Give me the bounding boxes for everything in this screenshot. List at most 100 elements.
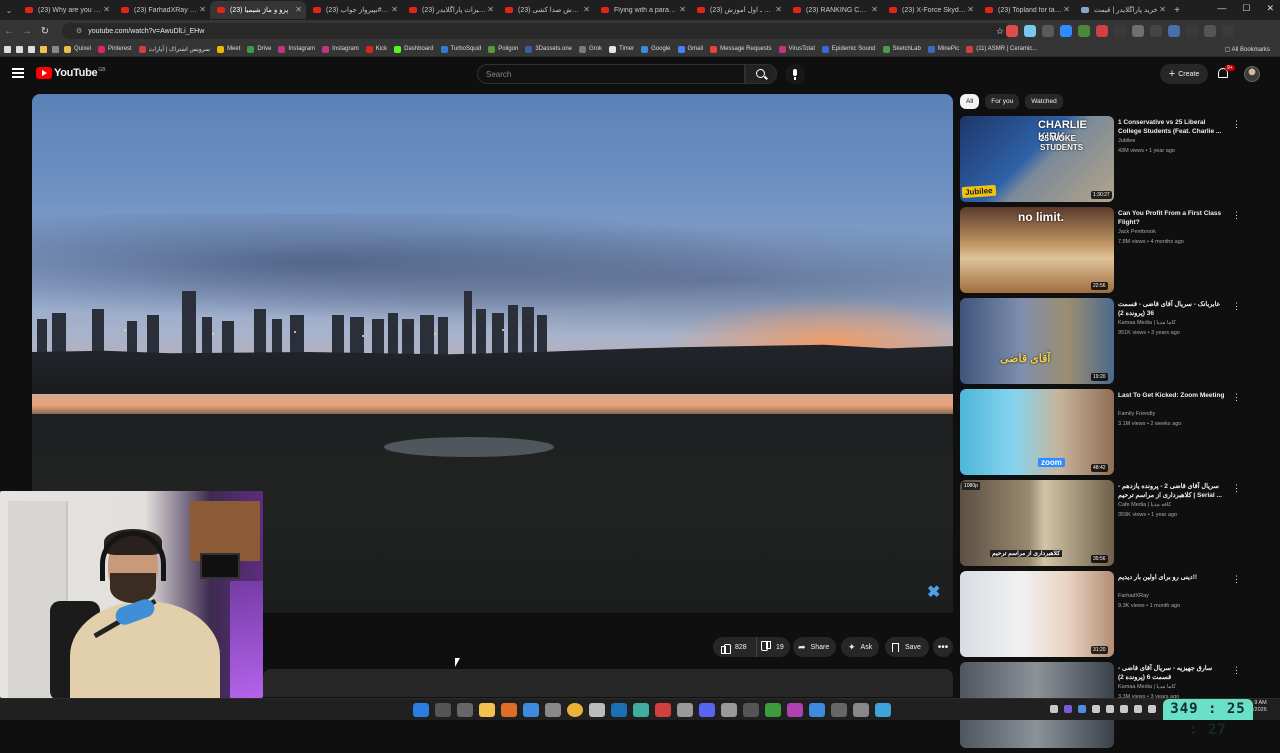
close-tab-icon[interactable]: ✕ xyxy=(775,5,782,14)
browser-tab[interactable]: (23) پرو و ماژ شیمیا ✕ xyxy=(210,1,306,19)
app-icon[interactable] xyxy=(831,703,847,717)
extension-icon[interactable] xyxy=(1006,25,1018,37)
bookmark-item[interactable]: Pinterest xyxy=(98,45,132,53)
app-icon[interactable] xyxy=(853,703,869,717)
bookmark-item[interactable]: Gmail xyxy=(677,45,703,53)
all-bookmarks-button[interactable]: ▢ All Bookmarks xyxy=(1225,46,1270,53)
filter-chip[interactable]: Watched xyxy=(1025,94,1063,109)
app-icon[interactable] xyxy=(633,703,649,717)
channel-name[interactable]: Cafe Media | کافه مدیا xyxy=(1118,502,1171,508)
video-thumbnail[interactable]: zoom xyxy=(960,389,1114,475)
recommendation-item[interactable]: 31:20 دینی رو برای اولین بار دیدیم!! Farha… xyxy=(960,571,1250,662)
browser-tab[interactable]: (23) Topland for tando ✕ xyxy=(978,1,1074,19)
bookmark-item[interactable]: Instagram xyxy=(278,45,315,53)
recommendation-item[interactable]: CHARLIE KIRK 25 WOKE STUDENTS Jubilee 1:30:… xyxy=(960,116,1250,207)
profile-icon[interactable] xyxy=(1204,25,1216,37)
back-icon[interactable]: ← xyxy=(0,26,18,37)
downloads-icon[interactable] xyxy=(1186,25,1198,37)
close-tab-icon[interactable]: ✕ xyxy=(1063,5,1070,14)
video-thumbnail[interactable]: no limit. xyxy=(960,207,1114,293)
filter-chip[interactable]: All xyxy=(960,94,980,109)
bookmark-icon[interactable] xyxy=(40,45,47,53)
search-app-icon[interactable] xyxy=(501,703,517,717)
bookmark-item[interactable]: TurboSquid xyxy=(440,45,481,53)
video-options-icon[interactable]: ⋮ xyxy=(1232,210,1241,221)
bookmark-item[interactable]: Google xyxy=(641,45,671,53)
tray-icon[interactable] xyxy=(1092,705,1100,713)
bookmark-item[interactable]: Message Requests xyxy=(710,45,772,53)
browser-tab[interactable]: (23) آموزش ـ اول آموزش✕ xyxy=(690,1,786,19)
app-icon[interactable] xyxy=(809,703,825,717)
search-input[interactable]: Search xyxy=(477,64,745,84)
channel-name[interactable]: Jubilee xyxy=(1118,138,1135,144)
tab-search-icon[interactable]: ⌄ xyxy=(0,6,18,15)
tray-icon[interactable] xyxy=(1134,705,1142,713)
minimize-icon[interactable]: — xyxy=(1217,3,1226,14)
voice-search-mic-icon[interactable] xyxy=(785,64,805,84)
share-button[interactable]: ➦ Share xyxy=(793,637,836,657)
app-icon[interactable] xyxy=(457,703,473,717)
close-tab-icon[interactable]: ✕ xyxy=(583,5,590,14)
forward-icon[interactable]: → xyxy=(18,26,36,37)
close-tab-icon[interactable]: ✕ xyxy=(679,5,686,14)
channel-name[interactable]: Family Friendly xyxy=(1118,411,1155,417)
bookmark-icon[interactable] xyxy=(4,45,11,53)
bookmark-item[interactable]: Grok xyxy=(579,45,602,53)
close-tab-icon[interactable]: ✕ xyxy=(487,5,494,14)
video-title[interactable]: سارق جهیزیه - سریال آقای قاضی - قسمت 6 (… xyxy=(1118,664,1226,682)
bookmark-item[interactable]: Meet xyxy=(217,45,240,53)
account-avatar[interactable] xyxy=(1244,66,1260,82)
dislike-button[interactable]: 19 xyxy=(757,643,784,652)
recommendation-item[interactable]: آقای قاضی 19:20 عابربانک - سریال آقای قاضی… xyxy=(960,298,1250,389)
bookmark-icon[interactable] xyxy=(28,45,35,53)
bookmark-icon[interactable] xyxy=(16,45,23,53)
new-tab-button[interactable]: + xyxy=(1170,5,1184,16)
video-options-icon[interactable]: ⋮ xyxy=(1232,483,1241,494)
description-box[interactable] xyxy=(263,669,953,697)
task-view-icon[interactable] xyxy=(435,703,451,717)
video-thumbnail[interactable]: CHARLIE KIRK 25 WOKE STUDENTS Jubilee xyxy=(960,116,1114,202)
video-thumbnail[interactable]: 1080p کلاهبرداری از مراسم ترحیم xyxy=(960,480,1114,566)
extension-icon[interactable] xyxy=(1024,25,1036,37)
app-icon[interactable] xyxy=(875,703,891,717)
channel-name[interactable]: Kamaa Media | کاما مدیا xyxy=(1118,320,1176,326)
browser-tab[interactable]: خرید پاراگلایدر | قیمت ✕ xyxy=(1074,1,1170,19)
bookmark-item[interactable]: Quixel xyxy=(64,45,91,53)
browser-tab[interactable]: (23) X-Force Skydivin ✕ xyxy=(882,1,978,19)
filter-chip[interactable]: For you xyxy=(985,94,1020,109)
video-thumbnail[interactable]: آقای قاضی xyxy=(960,298,1114,384)
extension-icon[interactable] xyxy=(1168,25,1180,37)
more-actions-button[interactable]: ••• xyxy=(933,637,953,657)
tray-icon[interactable] xyxy=(1064,705,1072,713)
save-button[interactable]: Save xyxy=(885,637,929,657)
maximize-icon[interactable]: ☐ xyxy=(1242,3,1250,14)
close-tab-icon[interactable]: ✕ xyxy=(967,5,974,14)
bookmark-item[interactable]: VirusTotal xyxy=(778,45,815,53)
browser-tab[interactable]: (23) Why are you still ✕ xyxy=(18,1,114,19)
video-title[interactable]: سریال آقای قاضی 2 - پرونده یازدهم - کلاه… xyxy=(1118,482,1226,500)
extension-icon[interactable] xyxy=(1078,25,1090,37)
browser-tab[interactable]: Flying with a paraglide ✕ xyxy=(594,1,690,19)
channel-watermark-icon[interactable]: ✖ xyxy=(927,582,940,602)
create-button[interactable]: + Create xyxy=(1160,64,1208,84)
browser-menu-icon[interactable] xyxy=(1222,25,1234,37)
video-thumbnail[interactable] xyxy=(960,571,1114,657)
bookmark-item[interactable]: سرویس اشتراک | آپارات xyxy=(138,45,210,53)
recommendation-item[interactable]: no limit. 22:56 Can You Profit From a Firs… xyxy=(960,207,1250,298)
channel-name[interactable]: FarhadXRay xyxy=(1118,593,1149,599)
bookmark-item[interactable]: Dashboard xyxy=(394,45,434,53)
search-button[interactable] xyxy=(745,64,777,84)
video-options-icon[interactable]: ⋮ xyxy=(1232,301,1241,312)
extension-icon[interactable] xyxy=(1114,25,1126,37)
bookmark-item[interactable]: Epidemic Sound xyxy=(821,45,876,53)
tray-icon[interactable] xyxy=(1078,705,1086,713)
extension-icon[interactable] xyxy=(1096,25,1108,37)
reload-icon[interactable]: ↻ xyxy=(36,26,54,37)
browser-tab[interactable]: (23) FarhadXRay - You✕ xyxy=(114,1,210,19)
url-field[interactable]: ⚙ youtube.com/watch?v=AwuDlLi_EHw ☆ xyxy=(62,23,1012,39)
site-info-icon[interactable]: ⚙ xyxy=(76,28,82,35)
bookmark-item[interactable]: (11) ASMR | Ceramic... xyxy=(966,45,1037,53)
extension-icon[interactable] xyxy=(1060,25,1072,37)
steam-icon[interactable] xyxy=(611,703,627,717)
bookmark-item[interactable]: 3Dassets.one xyxy=(525,45,572,53)
